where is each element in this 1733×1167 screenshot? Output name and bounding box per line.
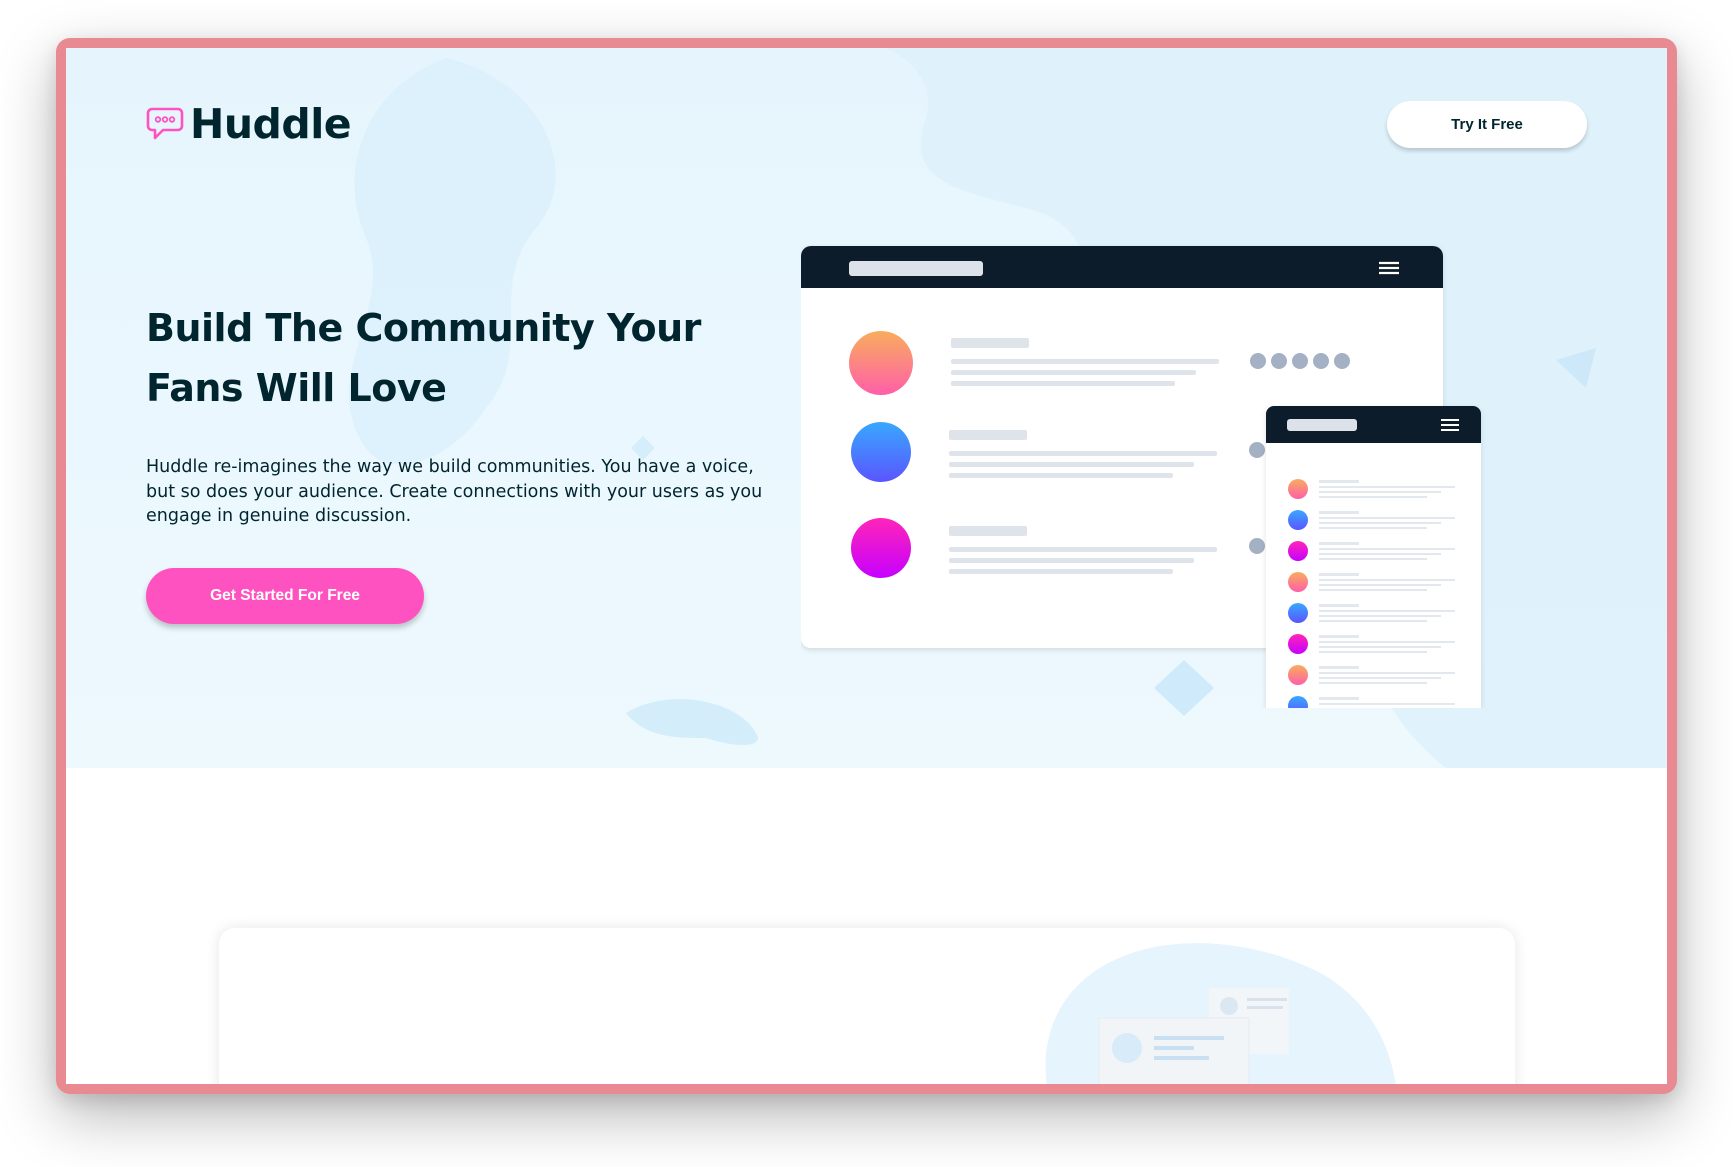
- app-mockup-illustration: [801, 246, 1481, 708]
- logo[interactable]: Huddle: [146, 100, 352, 148]
- logo-text: Huddle: [190, 100, 352, 148]
- feature-illustration: [1045, 943, 1396, 1084]
- hero-description: Huddle re-imagines the way we build comm…: [146, 457, 763, 526]
- get-started-button[interactable]: Get Started For Free: [146, 568, 424, 624]
- page-viewport: Huddle Try It Free Build The Community Y…: [66, 48, 1667, 1084]
- try-it-free-button[interactable]: Try It Free: [1387, 101, 1587, 148]
- feature-card: [219, 928, 1515, 1084]
- hero-section: Huddle Try It Free Build The Community Y…: [66, 48, 1667, 768]
- hero-title: Build The Community Your Fans Will Love: [146, 306, 701, 410]
- speech-bubble-icon: [146, 107, 184, 140]
